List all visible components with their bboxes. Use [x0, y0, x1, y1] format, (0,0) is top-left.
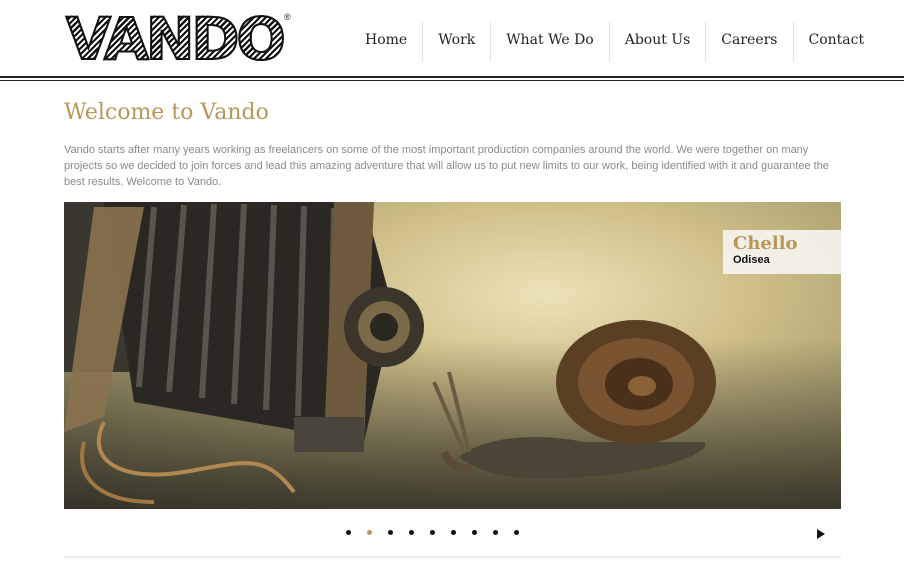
registered-mark: ®: [284, 12, 291, 22]
logo-text: VANDO: [65, 5, 287, 73]
camera-illustration: [64, 202, 424, 504]
header-divider-top: [0, 76, 904, 78]
main-nav: Home Work What We Do About Us Careers Co…: [350, 22, 879, 62]
slide-dot-3[interactable]: [388, 530, 393, 535]
section-divider: [64, 556, 841, 559]
slide-dot-9[interactable]: [514, 530, 519, 535]
slide-dot-1[interactable]: [346, 530, 351, 535]
slide-dot-4[interactable]: [409, 530, 414, 535]
play-arrow-icon[interactable]: [817, 529, 825, 539]
header-divider-bottom: [0, 80, 904, 81]
page-title: Welcome to Vando: [64, 100, 269, 125]
slide-caption-title: Chello: [733, 233, 798, 254]
slide-dot-5[interactable]: [430, 530, 435, 535]
nav-careers[interactable]: Careers: [705, 22, 792, 62]
slide-dot-2[interactable]: [367, 530, 372, 535]
site-header: VANDO ® Home Work What We Do About Us Ca…: [0, 0, 904, 80]
nav-contact[interactable]: Contact: [792, 22, 880, 62]
slide-dot-7[interactable]: [472, 530, 477, 535]
slide-caption[interactable]: Chello Odisea: [723, 230, 841, 274]
slide-dot-6[interactable]: [451, 530, 456, 535]
slider-pagination: [346, 530, 535, 535]
slide-dot-8[interactable]: [493, 530, 498, 535]
vando-logo[interactable]: VANDO: [65, 9, 287, 69]
intro-paragraph: Vando starts after many years working as…: [64, 144, 829, 188]
nav-about-us[interactable]: About Us: [608, 22, 706, 62]
nav-home[interactable]: Home: [350, 22, 422, 62]
hero-slider[interactable]: Chello Odisea: [64, 202, 841, 509]
slide-caption-subtitle: Odisea: [733, 254, 770, 266]
nav-work[interactable]: Work: [422, 22, 490, 62]
snail-illustration: [432, 320, 716, 479]
nav-what-we-do[interactable]: What We Do: [490, 22, 608, 62]
